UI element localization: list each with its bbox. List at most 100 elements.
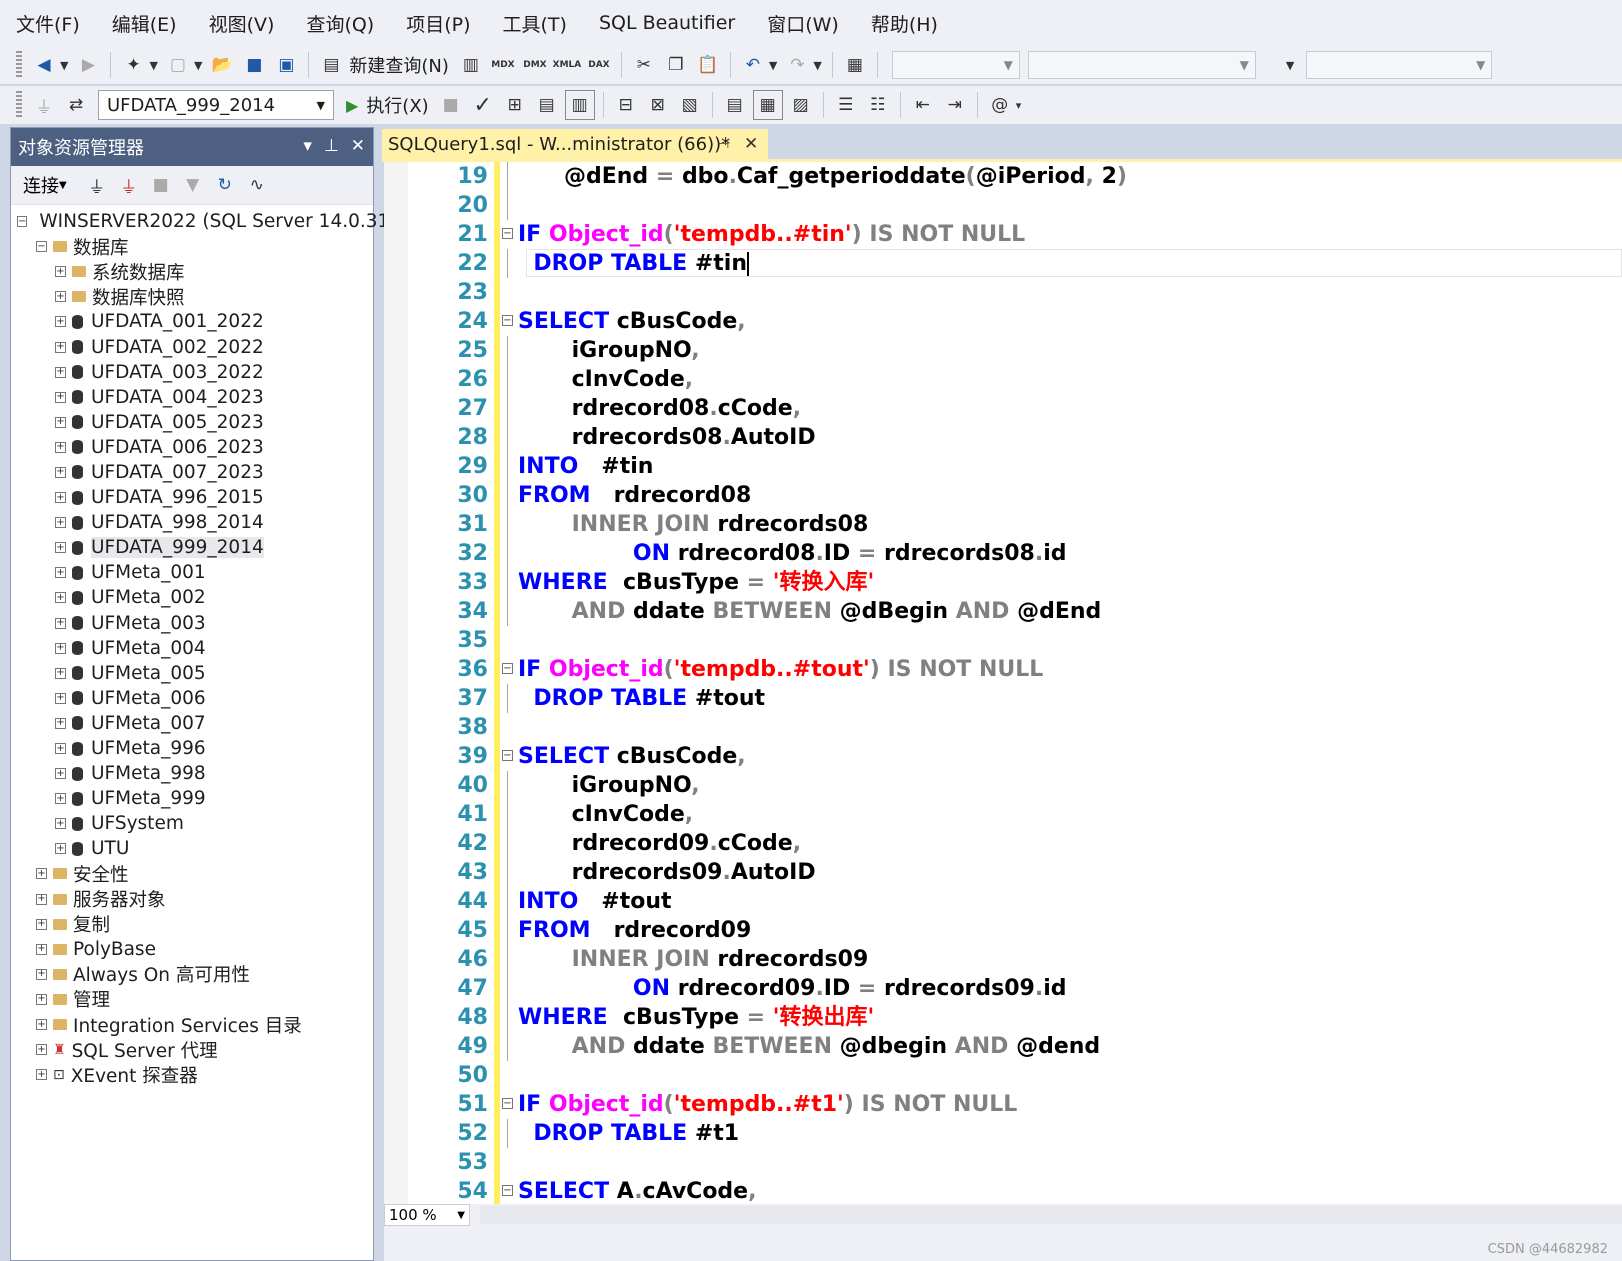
expand-icon[interactable]: + xyxy=(36,993,47,1005)
tab-sqlquery1[interactable]: SQLQuery1.sql - W...ministrator (66))* ⊣… xyxy=(382,129,768,159)
expand-icon[interactable]: + xyxy=(55,316,66,328)
pin-icon[interactable]: ⊣ xyxy=(718,137,729,152)
change-connection-icon[interactable]: ⇄ xyxy=(62,91,90,119)
database-node[interactable]: + UFSystem xyxy=(11,811,373,836)
database-node[interactable]: + UFMeta_996 xyxy=(11,736,373,761)
database-node[interactable]: + UFMeta_999 xyxy=(11,786,373,811)
mdx-query-icon[interactable]: MDX xyxy=(489,51,517,79)
stop-icon[interactable]: ■ xyxy=(437,91,465,119)
expand-icon[interactable]: + xyxy=(55,542,66,554)
cut-icon[interactable]: ✂ xyxy=(630,51,658,79)
database-node[interactable]: + UFMeta_005 xyxy=(11,661,373,686)
results-to-file-icon[interactable]: ▨ xyxy=(787,91,815,119)
database-node[interactable]: + UFMeta_004 xyxy=(11,636,373,661)
expand-icon[interactable]: + xyxy=(55,567,66,579)
database-node[interactable]: + UFMeta_001 xyxy=(11,560,373,585)
dmx-query-icon[interactable]: DMX xyxy=(521,51,549,79)
toolbar-grip[interactable] xyxy=(16,51,22,79)
connect-dropdown[interactable]: 连接 xyxy=(23,172,59,198)
paste-icon[interactable]: 📋 xyxy=(694,51,722,79)
specify-template-values-icon[interactable]: @ xyxy=(986,91,1014,119)
menu-help[interactable]: 帮助(H) xyxy=(855,10,954,37)
expand-icon[interactable]: + xyxy=(36,918,47,930)
expand-icon[interactable]: + xyxy=(36,1069,47,1081)
stop-icon[interactable]: ■ xyxy=(147,171,175,199)
chevron-down-icon[interactable]: ▼ xyxy=(59,180,67,191)
database-node[interactable]: + UFMeta_002 xyxy=(11,585,373,610)
database-node[interactable]: + UFMeta_006 xyxy=(11,686,373,711)
include-actual-plan-icon[interactable]: ⊟ xyxy=(612,91,640,119)
save-icon[interactable]: ■ xyxy=(240,51,268,79)
expand-icon[interactable]: + xyxy=(55,466,66,478)
results-to-grid-icon[interactable]: ▦ xyxy=(752,90,783,120)
live-query-stats-icon[interactable]: ⊠ xyxy=(644,91,672,119)
save-all-icon[interactable]: ▣ xyxy=(272,51,300,79)
expand-icon[interactable]: + xyxy=(55,843,66,855)
fold-toggle-icon[interactable]: − xyxy=(502,663,513,674)
menu-sql-beautifier[interactable]: SQL Beautifier xyxy=(583,12,751,34)
fold-toggle-icon[interactable]: − xyxy=(502,228,513,239)
add-item-icon[interactable]: ▢ xyxy=(164,51,192,79)
chevron-down-icon[interactable]: ▼ xyxy=(813,59,821,72)
database-node[interactable]: + UFDATA_996_2015 xyxy=(11,485,373,510)
window-position-icon[interactable]: ▾ xyxy=(303,136,312,156)
filter-icon[interactable]: ▼ xyxy=(179,171,207,199)
folder-node[interactable]: + Always On 高可用性 xyxy=(11,962,373,987)
chevron-down-icon[interactable]: ▼ xyxy=(149,59,157,72)
close-icon[interactable]: ✕ xyxy=(744,134,758,154)
connect-icon[interactable]: ⏚ xyxy=(30,91,58,119)
database-node[interactable]: + UFDATA_005_2023 xyxy=(11,410,373,435)
menu-tools[interactable]: 工具(T) xyxy=(487,10,583,37)
solution-config-combo[interactable]: ▼ xyxy=(891,51,1020,79)
chevron-down-icon[interactable]: ▼ xyxy=(1286,59,1294,72)
database-node[interactable]: + UFDATA_998_2014 xyxy=(11,510,373,535)
fold-toggle-icon[interactable]: − xyxy=(502,1185,513,1196)
activity-monitor-icon[interactable]: ▦ xyxy=(841,51,869,79)
expand-icon[interactable]: + xyxy=(36,1019,47,1031)
menu-project[interactable]: 项目(P) xyxy=(390,10,486,37)
new-query-icon[interactable]: ▤ xyxy=(317,51,345,79)
folder-node[interactable]: + PolyBase xyxy=(11,937,373,962)
expand-icon[interactable]: + xyxy=(55,291,66,303)
parse-check-icon[interactable]: ✓ xyxy=(469,91,497,119)
server-node[interactable]: − WINSERVER2022 (SQL Server 14.0.316 xyxy=(11,209,401,234)
menu-view[interactable]: 视图(V) xyxy=(193,10,291,37)
disconnect-icon[interactable]: ⏚ xyxy=(115,171,143,199)
database-snapshots-node[interactable]: + 数据库快照 xyxy=(11,284,373,309)
expand-icon[interactable]: + xyxy=(55,717,66,729)
databases-node[interactable]: − 数据库 xyxy=(11,234,373,259)
xmla-query-icon[interactable]: XMLA xyxy=(553,51,582,79)
expand-icon[interactable]: + xyxy=(55,266,66,278)
expand-icon[interactable]: + xyxy=(36,1044,47,1056)
estimated-plan-icon[interactable]: ⊞ xyxy=(501,91,529,119)
folder-node[interactable]: + 服务器对象 xyxy=(11,887,373,912)
db-engine-query-icon[interactable]: ▥ xyxy=(457,51,485,79)
close-icon[interactable]: ✕ xyxy=(351,136,365,156)
database-node[interactable]: + UFDATA_999_2014 xyxy=(11,535,373,560)
execute-button[interactable]: ▶ 执行(X) xyxy=(346,92,429,118)
expand-icon[interactable]: + xyxy=(55,341,66,353)
expand-icon[interactable]: + xyxy=(55,617,66,629)
expand-icon[interactable]: + xyxy=(36,868,47,880)
sql-editor[interactable]: 19 @dEnd = dbo.Caf_getperioddate(@iPerio… xyxy=(384,162,1622,1204)
menu-file[interactable]: 文件(F) xyxy=(0,10,96,37)
results-to-text-icon[interactable]: ▤ xyxy=(721,91,749,119)
fold-toggle-icon[interactable]: − xyxy=(502,750,513,761)
new-project-icon[interactable]: ✦ xyxy=(119,51,147,79)
fold-toggle-icon[interactable]: − xyxy=(502,315,513,326)
open-folder-icon[interactable]: 📂 xyxy=(208,51,236,79)
database-node[interactable]: + UTU xyxy=(11,836,373,861)
folder-node[interactable]: + 管理 xyxy=(11,987,373,1012)
increase-indent-icon[interactable]: ⇥ xyxy=(941,91,969,119)
expand-icon[interactable]: + xyxy=(55,692,66,704)
decrease-indent-icon[interactable]: ⇤ xyxy=(909,91,937,119)
refresh-icon[interactable]: ↻ xyxy=(211,171,239,199)
query-options-icon[interactable]: ▤ xyxy=(533,91,561,119)
chevron-down-icon[interactable]: ▼ xyxy=(769,59,777,72)
toolbar-overflow-icon[interactable]: ▾ xyxy=(1016,99,1022,112)
pin-icon[interactable]: ⊥ xyxy=(324,136,339,156)
menu-query[interactable]: 查询(Q) xyxy=(290,10,390,37)
uncomment-icon[interactable]: ☷ xyxy=(864,91,892,119)
database-node[interactable]: + UFMeta_003 xyxy=(11,611,373,636)
database-node[interactable]: + UFDATA_003_2022 xyxy=(11,360,373,385)
